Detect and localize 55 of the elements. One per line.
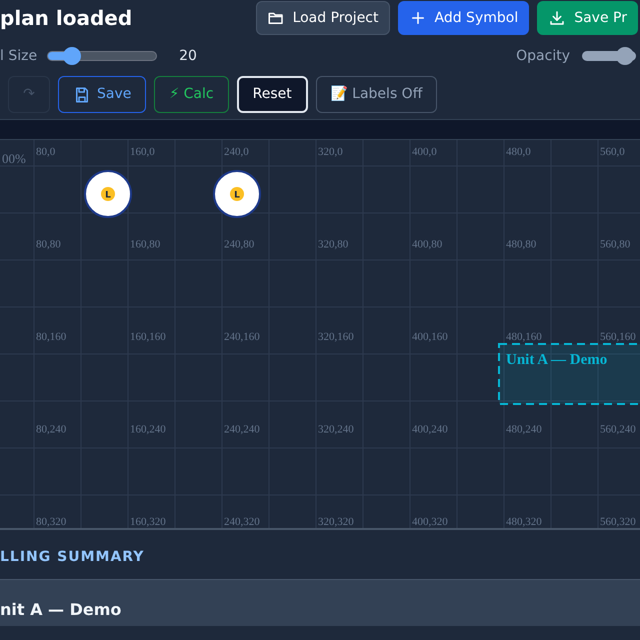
labels-toggle-button[interactable]: 📝 Labels Off xyxy=(316,76,438,113)
grid-label: 80,0 xyxy=(36,146,56,158)
grid-label: 160,240 xyxy=(130,424,166,436)
grid-label: 320,160 xyxy=(318,331,354,343)
load-project-button[interactable]: Load Project xyxy=(256,1,390,35)
grid-label: 480,0 xyxy=(506,146,531,158)
grid-label: 320,320 xyxy=(318,516,354,528)
grid-label: 400,240 xyxy=(412,424,448,436)
grid-label: 160,0 xyxy=(130,146,155,158)
grid-label: 160,320 xyxy=(130,516,166,528)
grid-label: 240,240 xyxy=(224,424,260,436)
light-symbol[interactable]: L xyxy=(213,170,261,218)
grid-label: 160,160 xyxy=(130,331,166,343)
calc-button[interactable]: ⚡ Calc xyxy=(154,76,229,113)
grid-label: 400,0 xyxy=(412,146,437,158)
grid-label: 480,160 xyxy=(506,331,542,343)
grid-label: 560,320 xyxy=(600,516,636,528)
reset-button[interactable]: Reset xyxy=(236,76,308,113)
page-title: plan loaded xyxy=(0,5,132,32)
grid-label: 480,80 xyxy=(506,238,536,250)
grid-label: 400,320 xyxy=(412,516,448,528)
download-icon xyxy=(548,9,566,27)
grid-label: 400,80 xyxy=(412,238,442,250)
opacity-label: Opacity xyxy=(516,46,570,66)
grid-label: 240,80 xyxy=(224,238,254,250)
grid-label: 240,160 xyxy=(224,331,260,343)
unit-label: Unit A — Demo xyxy=(506,352,608,368)
grid-label: 320,240 xyxy=(318,424,354,436)
grid-label: 560,160 xyxy=(600,331,636,343)
grid-label: 560,80 xyxy=(600,238,630,250)
grid-label: 80,320 xyxy=(36,516,66,528)
grid-label: 240,0 xyxy=(224,146,249,158)
grid-label: 560,240 xyxy=(600,424,636,436)
grid-label: 480,240 xyxy=(506,424,542,436)
grid-label: 480,320 xyxy=(506,516,542,528)
grid-label: 80,240 xyxy=(36,424,66,436)
save-button[interactable]: Save xyxy=(58,76,146,113)
size-value: 20 xyxy=(179,46,197,66)
slider-thumb[interactable] xyxy=(62,47,81,65)
grid-label: 80,80 xyxy=(36,238,61,250)
light-symbol[interactable]: L xyxy=(84,170,132,218)
grid-label: 400,160 xyxy=(412,331,448,343)
unit-area[interactable] xyxy=(498,343,640,405)
grid-label: 80,160 xyxy=(36,331,66,343)
size-label: l Size xyxy=(0,46,38,66)
grid-label: 560,0 xyxy=(600,146,625,158)
unit-name: nit A — Demo xyxy=(0,600,122,619)
grid-label: 320,80 xyxy=(318,238,348,250)
save-project-button[interactable]: Save Pr xyxy=(537,1,638,35)
add-symbol-button[interactable]: Add Symbol xyxy=(398,1,530,35)
zoom-label: 00% xyxy=(2,151,26,166)
grid-label: 240,320 xyxy=(224,516,260,528)
grid-label: 160,80 xyxy=(130,238,160,250)
grid-label: 320,0 xyxy=(318,146,343,158)
slider-thumb[interactable] xyxy=(616,47,634,65)
